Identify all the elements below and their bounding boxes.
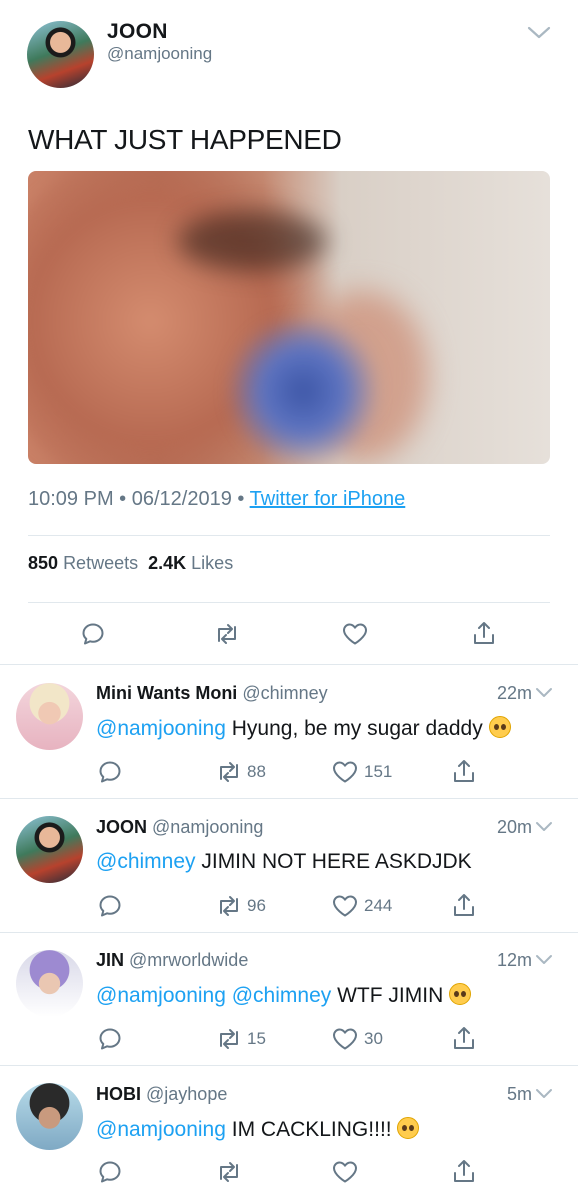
reply-icon[interactable] (81, 622, 105, 646)
mention-link[interactable]: @namjooning (96, 1118, 226, 1141)
reply-author-name[interactable]: HOBI (96, 1084, 141, 1104)
reply-icon[interactable] (98, 760, 122, 784)
reply-text: @namjooning @chimney WTF JIMIN (96, 983, 472, 1008)
mention-link[interactable]: @namjooning (96, 717, 226, 740)
reply-author[interactable]: Mini Wants Moni @chimney (96, 683, 328, 704)
share-icon[interactable] (452, 1025, 476, 1051)
likes-count[interactable]: 2.4K (148, 553, 186, 573)
reply-author-handle[interactable]: @jayhope (146, 1084, 227, 1104)
retweet-count: 15 (247, 1029, 266, 1048)
reply-author-name[interactable]: JIN (96, 950, 124, 970)
like-icon[interactable] (332, 1160, 358, 1184)
like-icon[interactable] (332, 1027, 358, 1051)
avatar[interactable] (27, 21, 94, 88)
retweet-icon[interactable] (215, 760, 243, 784)
chevron-down-icon[interactable] (535, 817, 553, 838)
reply-icon[interactable] (98, 1027, 122, 1051)
chevron-down-icon[interactable] (535, 683, 553, 704)
reply-icon[interactable] (98, 1160, 122, 1184)
like-icon[interactable] (342, 622, 368, 646)
tweet-photo[interactable] (28, 171, 550, 464)
tweet-time: 10:09 PM (28, 488, 114, 510)
retweets-label[interactable]: Retweets (63, 553, 138, 573)
share-icon[interactable] (452, 892, 476, 918)
reply-author[interactable]: HOBI @jayhope (96, 1084, 227, 1105)
chevron-down-icon[interactable] (527, 26, 551, 40)
share-icon[interactable] (452, 758, 476, 784)
tweet-date: 06/12/2019 (131, 488, 232, 510)
reply-author-name[interactable]: Mini Wants Moni (96, 683, 237, 703)
retweets-count[interactable]: 850 (28, 553, 58, 573)
avatar[interactable] (16, 816, 83, 883)
reply-body: IM CACKLING!!!! (231, 1118, 392, 1141)
meta-separator: • (119, 488, 127, 510)
divider (28, 602, 550, 603)
reply-author-handle[interactable]: @mrworldwide (129, 950, 248, 970)
author-name[interactable]: JOON (107, 20, 168, 44)
likes-label[interactable]: Likes (191, 553, 233, 573)
reply-author-handle[interactable]: @namjooning (152, 817, 263, 837)
share-icon[interactable] (472, 620, 496, 646)
tweet-source-link[interactable]: Twitter for iPhone (250, 488, 406, 510)
retweet-icon[interactable] (215, 894, 243, 918)
reply-author-name[interactable]: JOON (96, 817, 147, 837)
like-count: 244 (364, 896, 393, 915)
tweet-stats: 850 Retweets 2.4K Likes (28, 553, 233, 574)
divider (0, 664, 578, 665)
avatar[interactable] (16, 683, 83, 750)
rolling-on-floor-laughing-emoji (397, 1117, 420, 1139)
reply-text: @namjooning Hyung, be my sugar daddy (96, 716, 511, 741)
divider (0, 798, 578, 799)
pleading-face-emoji (488, 716, 511, 738)
like-count: 30 (364, 1029, 383, 1048)
reply-time: 12m (497, 950, 553, 971)
divider (0, 932, 578, 933)
reply-time: 22m (497, 683, 553, 704)
reply-author-handle[interactable]: @chimney (242, 683, 327, 703)
avatar[interactable] (16, 1083, 83, 1150)
reply-author[interactable]: JIN @mrworldwide (96, 950, 248, 971)
share-icon[interactable] (452, 1158, 476, 1184)
tweet-meta: 10:09 PM • 06/12/2019 • Twitter for iPho… (28, 488, 405, 511)
retweet-icon[interactable] (213, 622, 241, 646)
reply-text: @namjooning IM CACKLING!!!! (96, 1117, 420, 1142)
chevron-down-icon[interactable] (535, 1084, 553, 1105)
reply-time-text: 20m (496, 817, 532, 837)
chevron-down-icon[interactable] (535, 950, 553, 971)
reply-time-text: 22m (496, 683, 532, 703)
avatar[interactable] (16, 950, 83, 1017)
reply-time-text: 12m (496, 950, 532, 970)
author-handle[interactable]: @namjooning (107, 44, 212, 64)
tweet-text: WHAT JUST HAPPENED (28, 124, 342, 155)
reply-text: @chimney JIMIN NOT HERE ASKDJDK (96, 850, 472, 874)
reply-icon[interactable] (98, 894, 122, 918)
retweet-count: 96 (247, 896, 266, 915)
like-icon[interactable] (332, 894, 358, 918)
reply-author[interactable]: JOON @namjooning (96, 817, 263, 838)
face-with-tears-of-joy-emoji (449, 983, 472, 1005)
reply-body: Hyung, be my sugar daddy (231, 717, 483, 740)
reply-body: WTF JIMIN (337, 984, 444, 1007)
retweet-count: 88 (247, 762, 266, 781)
like-count: 151 (364, 762, 393, 781)
mention-link[interactable]: @namjooning @chimney (96, 984, 331, 1007)
reply-time: 20m (497, 817, 553, 838)
reply-body: JIMIN NOT HERE ASKDJDK (201, 850, 472, 873)
mention-link[interactable]: @chimney (96, 850, 196, 873)
divider (28, 535, 550, 536)
reply-time-text: 5m (506, 1084, 532, 1104)
retweet-icon[interactable] (215, 1160, 243, 1184)
reply-time: 5m (507, 1084, 553, 1105)
retweet-icon[interactable] (215, 1027, 243, 1051)
like-icon[interactable] (332, 760, 358, 784)
meta-separator: • (237, 488, 245, 510)
divider (0, 1065, 578, 1066)
